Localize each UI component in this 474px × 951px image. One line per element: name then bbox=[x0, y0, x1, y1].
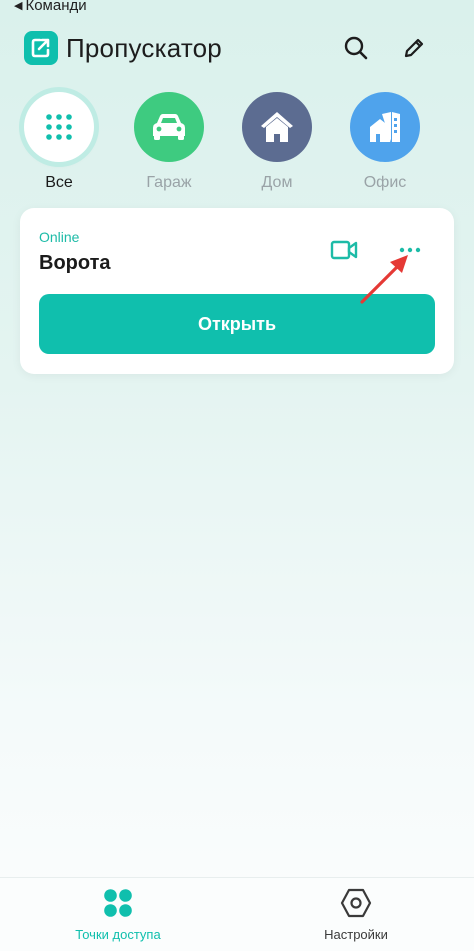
category-label: Гараж bbox=[146, 174, 192, 191]
category-home[interactable]: Дом bbox=[232, 88, 322, 192]
category-office[interactable]: Офис bbox=[340, 88, 430, 192]
office-building-icon bbox=[350, 92, 420, 162]
category-all[interactable]: Все bbox=[14, 88, 104, 192]
house-icon bbox=[242, 92, 312, 162]
app-title: Пропускатор bbox=[66, 32, 222, 63]
annotation-arrow-icon bbox=[360, 255, 408, 304]
tab-label: Настройки bbox=[324, 927, 388, 942]
status-badge: Online bbox=[39, 229, 80, 245]
back-to-app-link[interactable]: ◀ Команди bbox=[14, 0, 87, 15]
tab-access-points[interactable]: Точки доступа bbox=[43, 886, 193, 942]
login-logo-icon bbox=[24, 31, 58, 65]
back-label: Команди bbox=[25, 0, 87, 14]
car-icon bbox=[134, 92, 204, 162]
app-header: Пропускатор bbox=[24, 30, 450, 66]
category-label: Дом bbox=[261, 174, 293, 191]
grid-dots-icon bbox=[24, 92, 94, 162]
settings-hexagon-icon bbox=[339, 886, 373, 920]
tab-label: Точки доступа bbox=[75, 927, 161, 942]
category-garage[interactable]: Гараж bbox=[124, 88, 214, 192]
access-point-name: Ворота bbox=[39, 252, 111, 274]
category-filter: Все Гараж Дом Офис bbox=[0, 88, 474, 198]
back-triangle-icon: ◀ bbox=[14, 0, 23, 12]
category-label: Все bbox=[45, 174, 73, 191]
search-icon[interactable] bbox=[340, 32, 372, 64]
access-points-icon bbox=[101, 886, 135, 920]
category-label: Офис bbox=[363, 174, 407, 191]
tab-settings[interactable]: Настройки bbox=[281, 886, 431, 942]
bottom-tab-bar: Точки доступа Настройки bbox=[0, 877, 474, 951]
edit-pencil-icon[interactable] bbox=[398, 32, 430, 64]
